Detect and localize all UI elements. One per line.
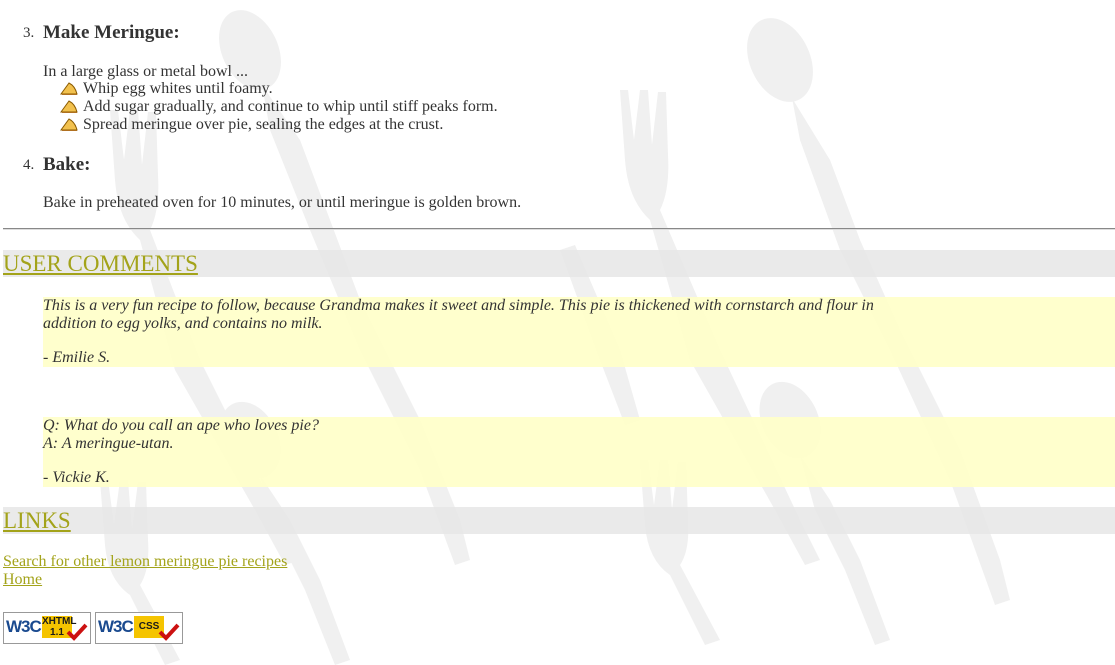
w3c-logo: W3C: [6, 617, 42, 636]
comment-text: This is a very fun recipe to follow, bec…: [43, 297, 874, 314]
pie-slice-icon: [60, 82, 78, 95]
step-title: Bake:: [43, 154, 91, 175]
links-heading-link[interactable]: LINKS: [3, 507, 71, 534]
comment-text: Q: What do you call an ape who loves pie…: [43, 417, 319, 434]
list-item: Add sugar gradually, and continue to whi…: [60, 98, 498, 116]
w3c-logo: W3C: [98, 617, 134, 636]
step-number: 4.: [23, 157, 35, 173]
badge-label-bottom: 1.1: [50, 627, 64, 638]
step-number: 3.: [23, 25, 35, 41]
checkmark-icon: [158, 623, 180, 641]
step-intro: In a large glass or metal bowl ...: [43, 63, 248, 80]
search-recipes-link[interactable]: Search for other lemon meringue pie reci…: [3, 553, 287, 571]
step-bullet-list: Whip egg whites until foamy. Add sugar g…: [60, 80, 498, 134]
user-comment: Q: What do you call an ape who loves pie…: [43, 417, 1115, 487]
pie-slice-icon: [60, 100, 78, 113]
comment-author: - Vickie K.: [43, 469, 110, 486]
user-comments-header: USER COMMENTS: [3, 250, 1115, 277]
w3c-css-badge[interactable]: W3C CSS: [95, 612, 183, 644]
comment-author: - Emilie S.: [43, 349, 111, 366]
step-title: Make Meringue:: [43, 22, 180, 43]
w3c-xhtml-badge[interactable]: W3C XHTML 1.1: [3, 612, 91, 644]
bullet-text: Spread meringue over pie, sealing the ed…: [83, 116, 444, 133]
links-header: LINKS: [3, 507, 1115, 534]
pie-slice-icon: [60, 118, 78, 131]
checkmark-icon: [66, 623, 88, 641]
home-link[interactable]: Home: [3, 571, 287, 589]
comment-text: A: A meringue-utan.: [43, 435, 174, 452]
user-comment: This is a very fun recipe to follow, bec…: [43, 297, 1115, 367]
bullet-text: Whip egg whites until foamy.: [83, 80, 273, 97]
comment-text: addition to egg yolks, and contains no m…: [43, 315, 323, 332]
list-item: Whip egg whites until foamy.: [60, 80, 498, 98]
horizontal-divider: [3, 228, 1115, 230]
badge-label-top: CSS: [138, 621, 160, 632]
step-intro: Bake in preheated oven for 10 minutes, o…: [43, 194, 522, 211]
bullet-text: Add sugar gradually, and continue to whi…: [83, 98, 498, 115]
links-list: Search for other lemon meringue pie reci…: [3, 553, 287, 589]
list-item: Spread meringue over pie, sealing the ed…: [60, 116, 498, 134]
user-comments-heading-link[interactable]: USER COMMENTS: [3, 250, 198, 277]
